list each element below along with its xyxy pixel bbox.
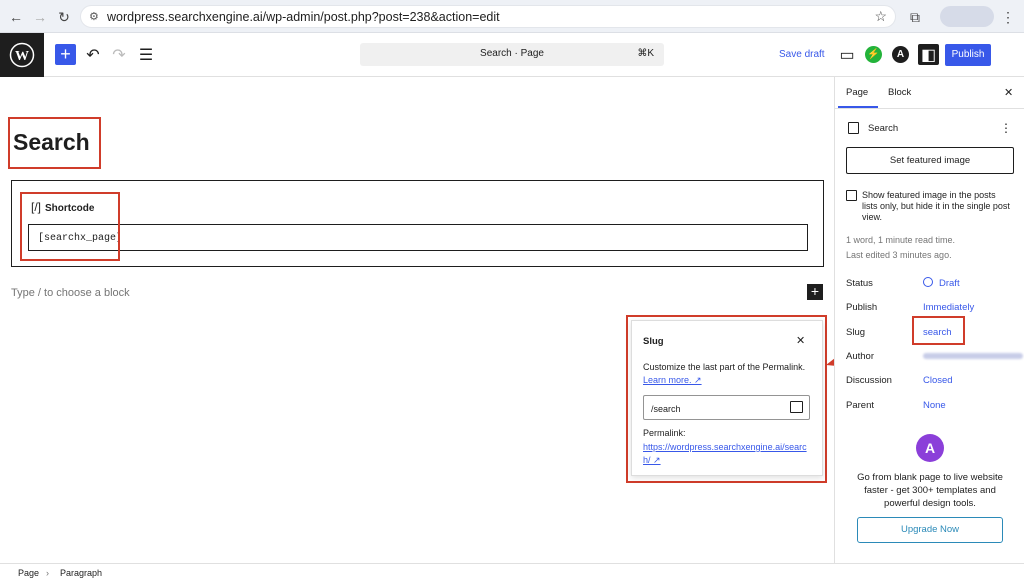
document-title: Search [868,123,899,134]
redo-icon[interactable]: ↷ [109,45,129,65]
slug-popover-title: Slug [643,336,664,347]
slug-popover: Slug ✕ Customize the last part of the Pe… [631,320,823,476]
back-icon[interactable]: ← [6,7,26,27]
bolt-icon[interactable]: ⚡ [865,46,882,63]
editor-toolbar: W + ↶ ↷ ☰ Search · Page ⌘K Save draft ▭ … [0,33,1024,77]
parent-value[interactable]: None [923,400,946,411]
wordpress-logo-icon[interactable]: W [0,33,44,77]
shortcode-input[interactable]: [searchx_page] [28,224,808,251]
tab-page[interactable]: Page [846,87,868,98]
slug-description-text: Customize the last part of the Permalink… [643,362,806,372]
featured-image-checkbox[interactable] [846,190,857,201]
word-count: 1 word, 1 minute read time. [846,235,956,245]
save-draft-button[interactable]: Save draft [779,49,825,60]
set-featured-image-button[interactable]: Set featured image [846,147,1014,174]
promo-logo-icon: A [916,434,944,462]
shortcode-block[interactable]: [/] Shortcode [searchx_page] [11,180,824,267]
extensions-icon[interactable]: ⧉ [905,7,925,27]
publish-value[interactable]: Immediately [923,302,974,313]
slug-label: Slug [846,327,866,338]
slug-highlight-box [912,316,965,345]
status-value[interactable]: Draft [923,277,960,289]
sidebar-tabs: Page Block ✕ [835,77,1024,109]
reload-icon[interactable]: ↻ [54,7,74,27]
browser-chrome: ← → ↻ ⚙ wordpress.searchxengine.ai/wp-ad… [0,0,1024,33]
upgrade-now-button[interactable]: Upgrade Now [857,517,1003,543]
more-options-icon[interactable]: ⋮ [1000,121,1012,135]
breadcrumb-separator: › [46,568,49,578]
block-placeholder[interactable]: Type / to choose a block [11,287,130,299]
settings-sidebar-icon[interactable]: ◧ [918,44,939,65]
status-value-text: Draft [939,278,960,289]
discussion-value[interactable]: Closed [923,375,953,386]
command-palette-bar[interactable]: Search · Page ⌘K [360,43,664,66]
permalink-label: Permalink: [643,428,686,438]
close-icon[interactable]: ✕ [1004,86,1013,99]
inline-inserter-button[interactable]: + [807,284,823,300]
settings-sidebar: Page Block ✕ Search ⋮ Set featured image… [834,77,1024,563]
active-tab-indicator [838,106,878,108]
undo-icon[interactable]: ↶ [83,45,103,65]
publish-button[interactable]: Publish [945,44,991,66]
shortcode-highlight-box [20,192,120,261]
author-label: Author [846,351,874,362]
bookmark-star-icon[interactable]: ☆ [874,8,887,25]
promo-text: Go from blank page to live website faste… [857,472,1003,509]
page-document-icon [848,122,859,134]
address-bar[interactable]: ⚙ wordpress.searchxengine.ai/wp-admin/po… [80,5,896,28]
command-shortcut: ⌘K [637,48,654,59]
url-text: wordpress.searchxengine.ai/wp-admin/post… [107,10,500,24]
parent-label: Parent [846,400,874,411]
learn-more-link[interactable]: Learn more. ↗ [643,375,702,385]
publish-label: Publish [846,302,878,313]
status-label: Status [846,278,873,289]
site-settings-icon[interactable]: ⚙ [89,10,99,23]
tab-block[interactable]: Block [888,87,911,98]
command-title: Search · Page [480,48,544,59]
block-breadcrumb: Page › Paragraph [0,563,1024,580]
svg-text:W: W [15,49,29,64]
copy-icon[interactable] [790,401,803,413]
forward-icon[interactable]: → [30,7,50,27]
author-value-blurred[interactable] [923,353,1023,359]
discussion-label: Discussion [846,375,892,386]
draft-status-icon [923,277,933,287]
permalink-link[interactable]: https://wordpress.searchxengine.ai/searc… [643,441,813,467]
breadcrumb-paragraph[interactable]: Paragraph [60,568,102,578]
breadcrumb-page[interactable]: Page [18,568,39,578]
profile-avatar[interactable] [940,6,994,27]
preview-icon[interactable]: ▭ [837,45,857,65]
slug-input[interactable]: /search [643,395,810,420]
document-overview-icon[interactable]: ☰ [136,45,156,65]
close-icon[interactable]: ✕ [796,334,805,347]
slug-description: Customize the last part of the Permalink… [643,361,818,387]
slug-input-value: /search [651,404,681,414]
browser-menu-icon[interactable]: ⋮ [998,7,1018,27]
title-highlight-box [8,117,101,169]
block-inserter-button[interactable]: + [55,44,76,65]
plugin-a-icon[interactable]: A [892,46,909,63]
featured-image-checkbox-label: Show featured image in the posts lists o… [862,190,1010,222]
last-edited: Last edited 3 minutes ago. [846,250,952,260]
